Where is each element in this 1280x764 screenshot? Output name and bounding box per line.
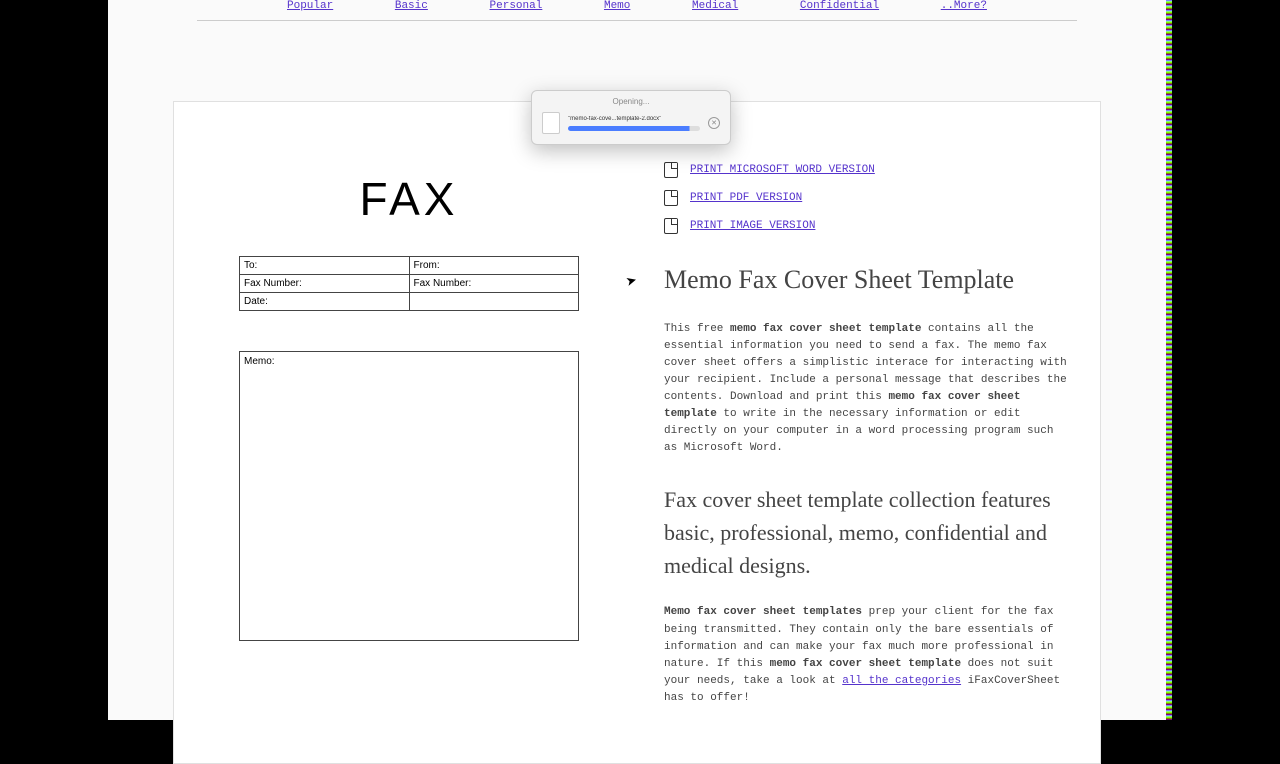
article-paragraph-2: Memo fax cover sheet templates prep your… (664, 604, 1070, 706)
pdf-doc-icon (664, 190, 678, 206)
info-column: PRINT MICROSOFT WORD VERSION PRINT PDF V… (634, 132, 1070, 733)
dialog-body: "memo-fax-cove...template-2.docx" ✕ (542, 112, 720, 134)
memo-box: Memo: (239, 351, 579, 641)
download-pdf-row: PRINT PDF VERSION (664, 190, 1070, 206)
category-nav: Popular Basic Personal Memo Medical Conf… (197, 0, 1077, 21)
download-pdf-link[interactable]: PRINT PDF VERSION (690, 192, 802, 204)
field-fax-number-recipient: Fax Number: (409, 275, 579, 293)
fax-fields-table: To: From: Fax Number: Fax Number: Date: (239, 256, 579, 311)
article-title: Memo Fax Cover Sheet Template (664, 262, 1070, 297)
field-fax-number-sender: Fax Number: (240, 275, 410, 293)
download-word-link[interactable]: PRINT MICROSOFT WORD VERSION (690, 164, 875, 176)
fax-preview: FAX To: From: Fax Number: Fax Number: Da… (204, 132, 634, 733)
page-content: Popular Basic Personal Memo Medical Conf… (108, 0, 1166, 720)
download-image-link[interactable]: PRINT IMAGE VERSION (690, 220, 815, 232)
download-list: PRINT MICROSOFT WORD VERSION PRINT PDF V… (664, 162, 1070, 234)
fax-preview-title: FAX (214, 172, 604, 226)
download-image-row: PRINT IMAGE VERSION (664, 218, 1070, 234)
nav-basic[interactable]: Basic (395, 0, 428, 12)
field-date: Date: (240, 293, 410, 311)
nav-medical[interactable]: Medical (692, 0, 738, 12)
nav-more[interactable]: ..More? (941, 0, 987, 12)
field-empty (409, 293, 579, 311)
download-dialog[interactable]: Opening... "memo-fax-cove...template-2.d… (531, 90, 731, 145)
field-to: To: (240, 257, 410, 275)
memo-label: Memo: (244, 356, 275, 367)
nav-memo[interactable]: Memo (604, 0, 630, 12)
letterbox-right (1172, 0, 1280, 720)
nav-personal[interactable]: Personal (490, 0, 543, 12)
image-doc-icon (664, 218, 678, 234)
article-paragraph-1: This free memo fax cover sheet template … (664, 321, 1070, 457)
article-subheading: Fax cover sheet template collection feat… (664, 483, 1070, 582)
dialog-main: "memo-fax-cove...template-2.docx" (568, 116, 700, 131)
download-word-row: PRINT MICROSOFT WORD VERSION (664, 162, 1070, 178)
dialog-filename: "memo-fax-cove...template-2.docx" (568, 116, 700, 122)
nav-confidential[interactable]: Confidential (800, 0, 879, 12)
word-doc-icon (664, 162, 678, 178)
video-noise-stripe (1166, 0, 1172, 720)
dialog-close-button[interactable]: ✕ (708, 117, 720, 129)
dialog-doc-icon (542, 112, 560, 134)
nav-popular[interactable]: Popular (287, 0, 333, 12)
field-from: From: (409, 257, 579, 275)
letterbox-left (0, 0, 108, 720)
dialog-progress-bar (568, 126, 700, 131)
dialog-title: Opening... (542, 97, 720, 106)
all-categories-link[interactable]: all the categories (842, 675, 961, 687)
content-card: FAX To: From: Fax Number: Fax Number: Da… (173, 101, 1101, 764)
